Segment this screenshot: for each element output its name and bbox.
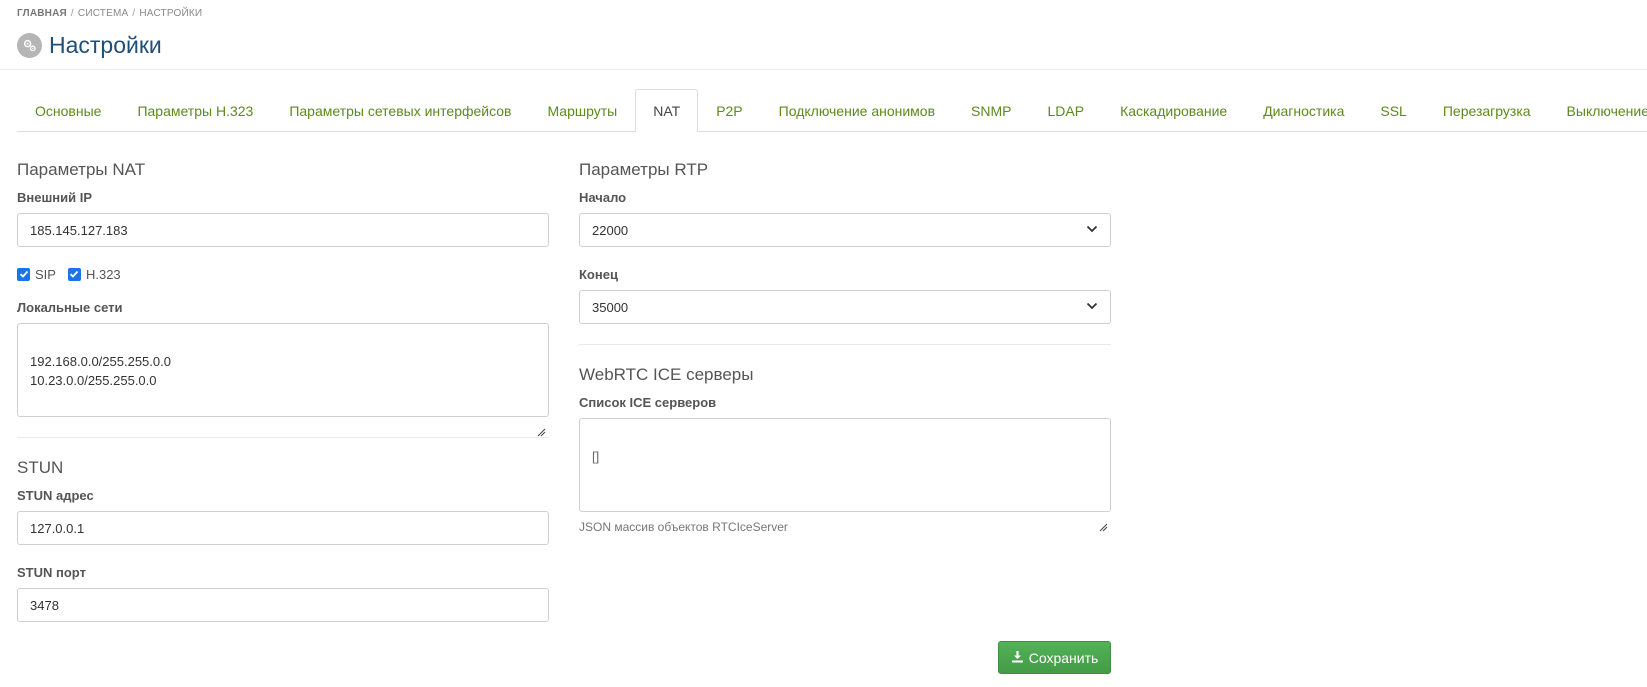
tab-snmp[interactable]: SNMP [953, 89, 1029, 131]
local-networks-value: 192.168.0.0/255.255.0.0 10.23.0.0/255.25… [30, 354, 171, 388]
checkbox-checked-icon [17, 267, 30, 281]
header-divider [0, 69, 1647, 70]
ice-servers-help: JSON массив объектов RTCIceServer [579, 520, 788, 534]
tab-ssl[interactable]: SSL [1362, 89, 1424, 131]
settings-gears-icon [17, 33, 42, 58]
tab-nat[interactable]: NAT [635, 89, 699, 132]
settings-tabs: Основные Параметры H.323 Параметры сетев… [17, 89, 1647, 132]
stun-port-input[interactable]: 3478 [17, 588, 549, 622]
sip-label: SIP [35, 266, 56, 282]
rtp-start-value: 22000 [592, 222, 629, 238]
tab-cascading[interactable]: Каскадирование [1102, 89, 1245, 131]
rtp-column: Параметры RTP Начало 22000 Конец 35000 W… [579, 160, 1111, 534]
tab-routes[interactable]: Маршруты [529, 89, 635, 131]
page-header: Настройки [17, 32, 162, 59]
nat-section-title: Параметры NAT [17, 160, 146, 179]
rtp-end-label: Конец [579, 267, 618, 282]
breadcrumb-system[interactable]: СИСТЕМА [78, 8, 128, 19]
local-networks-label: Локальные сети [17, 300, 123, 315]
rtp-start-select[interactable]: 22000 [579, 213, 1111, 247]
ice-servers-value: [] [592, 449, 600, 464]
tab-ldap[interactable]: LDAP [1029, 89, 1102, 131]
stun-section-title: STUN [17, 458, 64, 477]
sip-checkbox[interactable]: SIP [17, 267, 56, 282]
tab-reboot[interactable]: Перезагрузка [1425, 89, 1549, 131]
stun-address-label: STUN адрес [17, 488, 94, 503]
rtp-section-title: Параметры RTP [579, 160, 709, 179]
tab-p2p[interactable]: P2P [698, 89, 760, 131]
local-networks-textarea[interactable]: 192.168.0.0/255.255.0.0 10.23.0.0/255.25… [17, 323, 549, 437]
page-title: Настройки [49, 32, 162, 58]
resize-handle-icon[interactable] [536, 404, 546, 437]
section-divider [17, 437, 549, 438]
nat-column: Параметры NAT Внешний IP 185.145.127.183… [17, 160, 549, 622]
ice-servers-textarea[interactable]: [] [579, 418, 1111, 532]
section-divider [579, 344, 1111, 345]
tab-anonymous[interactable]: Подключение анонимов [761, 89, 953, 131]
breadcrumb: ГЛАВНАЯ / СИСТЕМА / НАСТРОЙКИ [17, 8, 202, 19]
external-ip-input[interactable]: 185.145.127.183 [17, 213, 549, 247]
stun-address-input[interactable]: 127.0.0.1 [17, 511, 549, 545]
breadcrumb-separator: / [70, 8, 74, 19]
tab-network-interfaces[interactable]: Параметры сетевых интерфейсов [271, 89, 529, 131]
rtp-end-value: 35000 [592, 299, 629, 315]
tab-shutdown[interactable]: Выключение [1549, 89, 1647, 131]
chevron-down-icon [1086, 301, 1098, 313]
tab-general[interactable]: Основные [17, 89, 119, 131]
protocol-checkboxes: SIP H.323 [17, 266, 549, 282]
rtp-end-select[interactable]: 35000 [579, 290, 1111, 324]
breadcrumb-home[interactable]: ГЛАВНАЯ [17, 8, 67, 19]
h323-checkbox[interactable]: H.323 [67, 266, 121, 282]
breadcrumb-settings: НАСТРОЙКИ [139, 8, 203, 19]
tab-diagnostics[interactable]: Диагностика [1245, 89, 1362, 131]
download-icon [1011, 650, 1024, 666]
chevron-down-icon [1086, 224, 1098, 236]
breadcrumb-separator: / [132, 8, 136, 19]
save-button-label: Сохранить [1028, 649, 1099, 666]
tab-h323[interactable]: Параметры H.323 [119, 89, 271, 131]
stun-port-label: STUN порт [17, 565, 86, 580]
checkbox-checked-icon [67, 267, 81, 281]
save-button[interactable]: Сохранить [998, 641, 1111, 674]
external-ip-label: Внешний IP [17, 190, 93, 205]
h323-label: H.323 [85, 266, 121, 282]
ice-servers-label: Список ICE серверов [579, 395, 717, 410]
rtp-start-label: Начало [579, 190, 627, 205]
webrtc-section-title: WebRTC ICE серверы [579, 365, 754, 384]
resize-handle-icon[interactable] [1098, 499, 1108, 532]
